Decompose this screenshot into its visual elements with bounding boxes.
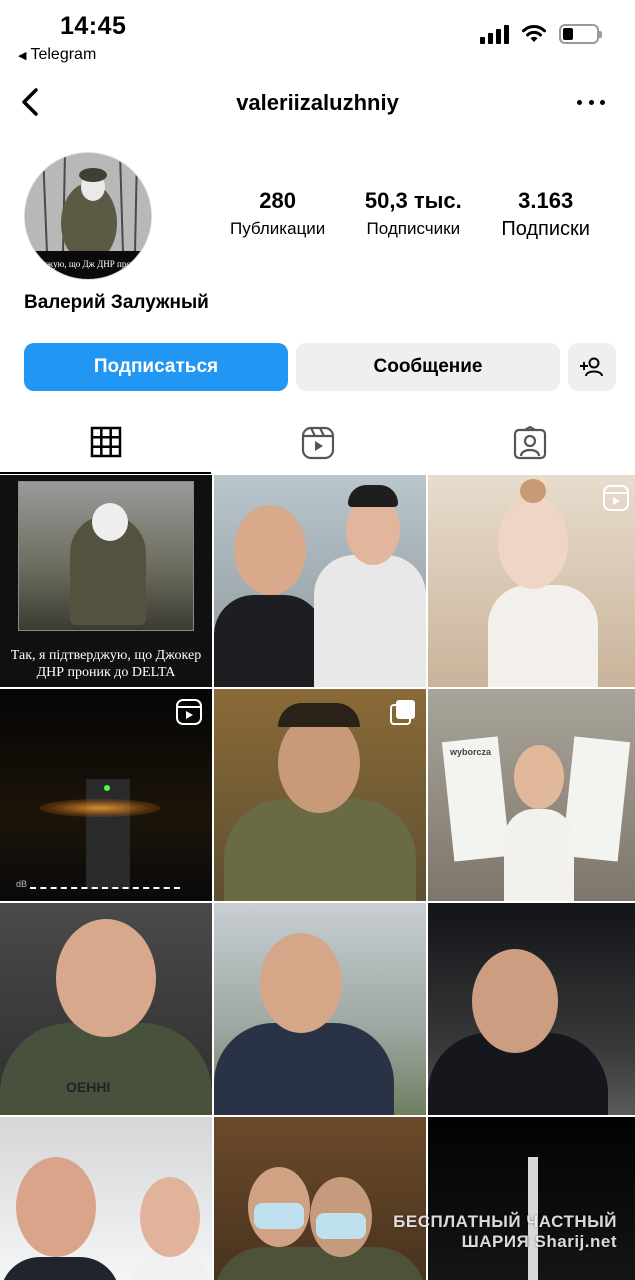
message-button[interactable]: Сообщение	[296, 343, 560, 391]
watermark: БЕСПЛАТНЫЙ ЧАСТНЫЙ ШАРИЯ Sharij.net	[393, 1212, 617, 1252]
back-to-app-link[interactable]: ◀ Telegram	[18, 46, 96, 64]
stat-followers-label: Подписчики	[366, 219, 461, 238]
status-time: 14:45	[60, 12, 127, 40]
add-person-icon	[580, 357, 603, 377]
post-thumbnail[interactable]: wyborcza	[428, 689, 635, 901]
profile-header: valeriizaluzhniy	[0, 80, 635, 126]
cellular-signal-icon	[480, 24, 509, 44]
back-triangle-icon: ◀	[18, 49, 27, 62]
post-thumbnail[interactable]: ОЕННІ	[0, 903, 212, 1115]
stat-followers-value: 50,3 тыс.	[364, 188, 462, 213]
avatar-image: я підтверджую, що Дж ДНР проник до DE	[25, 153, 152, 279]
tagged-icon	[513, 426, 546, 460]
stat-following[interactable]: 3.163 Подписки	[501, 186, 590, 242]
status-icons	[480, 24, 602, 44]
post-thumbnail[interactable]	[214, 903, 426, 1115]
profile-action-buttons: Подписаться Сообщение	[24, 343, 616, 391]
more-options-icon[interactable]	[577, 90, 605, 114]
tab-tagged[interactable]	[424, 412, 635, 474]
post-caption: Так, я підтверджую, що Джокер ДНР проник…	[10, 648, 202, 680]
stat-posts-value: 280	[259, 188, 296, 213]
profile-username: valeriizaluzhniy	[236, 90, 399, 115]
battery-icon	[559, 24, 602, 44]
profile-full-name: Валерий Залужный	[24, 292, 209, 313]
post-thumbnail[interactable]: dB	[0, 689, 212, 901]
wifi-icon	[522, 25, 546, 42]
profile-avatar[interactable]: я підтверджую, що Дж ДНР проник до DE	[24, 152, 152, 280]
stat-followers[interactable]: 50,3 тыс. Подписчики	[365, 186, 462, 242]
post-thumbnail[interactable]	[428, 475, 635, 687]
suggest-users-button[interactable]	[568, 343, 616, 391]
post-overlay-text: wyborcza	[450, 747, 492, 757]
stat-posts-label: Публикации	[230, 219, 326, 238]
post-thumbnail[interactable]	[214, 689, 426, 901]
stat-following-label: Подписки	[501, 218, 590, 240]
post-thumbnail[interactable]: Так, я підтверджую, що Джокер ДНР проник…	[0, 475, 212, 687]
profile-stats: 280 Публикации 50,3 тыс. Подписчики 3.16…	[230, 186, 590, 242]
post-thumbnail[interactable]	[214, 475, 426, 687]
reels-icon	[301, 426, 334, 460]
tab-posts-grid[interactable]	[0, 412, 211, 474]
post-thumbnail[interactable]	[0, 1117, 212, 1280]
post-thumbnail[interactable]	[214, 1117, 426, 1280]
post-overlay-text: dB	[16, 879, 28, 889]
follow-button[interactable]: Подписаться	[24, 343, 288, 391]
back-app-label: Telegram	[30, 46, 97, 63]
watermark-line-2: ШАРИЯ Sharij.net	[461, 1232, 617, 1251]
profile-tabs	[0, 412, 635, 474]
post-thumbnail[interactable]	[428, 903, 635, 1115]
svg-text:я підтверджую, що Дж ДНР прони: я підтверджую, що Дж ДНР проник до DE	[25, 259, 152, 269]
watermark-line-1: БЕСПЛАТНЫЙ ЧАСТНЫЙ	[393, 1212, 617, 1231]
stat-posts[interactable]: 280 Публикации	[230, 186, 325, 242]
stat-following-value: 3.163	[518, 188, 574, 213]
reel-icon	[603, 485, 629, 511]
status-bar: 14:45 ◀ Telegram	[0, 0, 635, 72]
reel-icon	[176, 699, 202, 725]
posts-grid: Так, я підтверджую, що Джокер ДНР проник…	[0, 475, 635, 1280]
post-overlay-text: ОЕННІ	[66, 1079, 111, 1095]
post-thumbnail[interactable]	[428, 1117, 635, 1280]
tab-reels[interactable]	[212, 412, 423, 474]
carousel-icon	[390, 700, 415, 725]
grid-icon	[90, 426, 121, 458]
